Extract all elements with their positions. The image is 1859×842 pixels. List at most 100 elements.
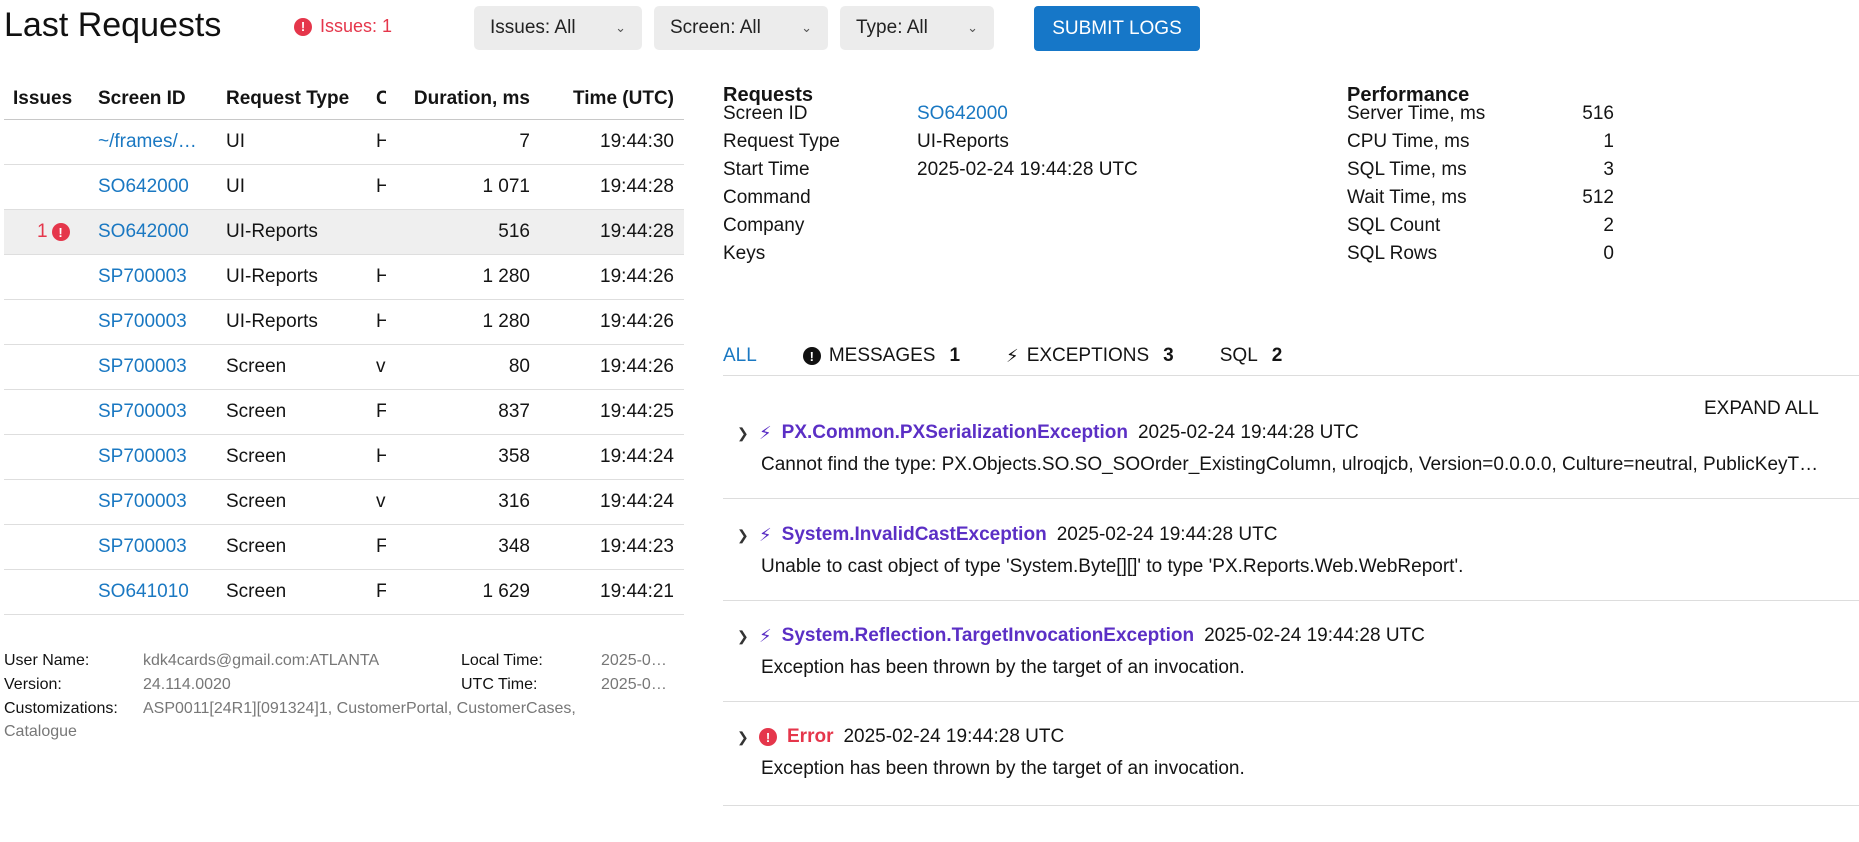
- tab-exceptions-count: 3: [1163, 345, 1174, 366]
- chevron-right-icon[interactable]: ❯: [737, 628, 749, 645]
- table-row[interactable]: SO642000 UI H 1 071 19:44:28: [4, 165, 684, 210]
- screen-id-link[interactable]: SO642000: [917, 103, 1008, 125]
- error-icon: !: [759, 728, 777, 746]
- row-screen-id-link[interactable]: SP700003: [98, 435, 204, 479]
- performance-field-value: 1: [1603, 131, 1614, 152]
- tabs-divider: [723, 375, 1859, 376]
- event-tabs: ALL ! MESSAGES 1 ⚡︎ EXCEPTIONS 3 SQL 2: [723, 338, 1328, 374]
- table-row[interactable]: SP700003 UI-Reports H 1 280 19:44:26: [4, 255, 684, 300]
- issues-filter-label: Issues: All: [490, 17, 576, 38]
- tab-sql-count: 2: [1271, 345, 1283, 366]
- row-command: F: [376, 581, 386, 602]
- issues-badge[interactable]: ! Issues: 1: [294, 16, 392, 37]
- screen-filter-dropdown[interactable]: Screen: All ⌄: [654, 6, 828, 50]
- table-row[interactable]: SP700003 Screen H 358 19:44:24: [4, 435, 684, 480]
- row-screen-id-link[interactable]: SO641010: [98, 570, 204, 614]
- row-time: 19:44:26: [600, 266, 674, 287]
- row-time: 19:44:24: [600, 491, 674, 512]
- row-request-type: UI-Reports: [226, 311, 318, 332]
- row-screen-id-link[interactable]: SP700003: [98, 300, 204, 344]
- entry-time: 2025-02-24 19:44:28 UTC: [843, 726, 1065, 747]
- performance-field-label: SQL Count: [1347, 215, 1441, 236]
- tab-sql[interactable]: SQL 2: [1220, 345, 1283, 367]
- row-duration: 1 280: [482, 266, 530, 287]
- chevron-right-icon[interactable]: ❯: [737, 527, 749, 544]
- table-row[interactable]: SP700003 Screen v 316 19:44:24: [4, 480, 684, 525]
- table-row[interactable]: SO641010 Screen F 1 629 19:44:21: [4, 570, 684, 615]
- tab-messages[interactable]: ! MESSAGES 1: [802, 345, 961, 367]
- row-duration: 80: [508, 356, 530, 377]
- tab-exceptions-label: EXCEPTIONS: [1026, 345, 1150, 366]
- table-row[interactable]: 1! SO642000 UI-Reports 516 19:44:28: [4, 210, 684, 255]
- exception-entry[interactable]: ❯ ⚡︎ PX.Common.PXSerializationException 202…: [723, 422, 1859, 499]
- tab-messages-count: 1: [949, 345, 961, 366]
- row-issues: [13, 480, 83, 524]
- chevron-down-icon: ⌄: [801, 20, 812, 35]
- type-filter-dropdown[interactable]: Type: All ⌄: [840, 6, 994, 50]
- performance-field-value: 516: [1582, 103, 1614, 124]
- row-screen-id-link[interactable]: SP700003: [98, 390, 204, 434]
- utc-time-label: UTC Time:: [461, 676, 538, 693]
- type-filter-label: Type: All: [856, 17, 928, 38]
- col-header-request-type[interactable]: Request Type: [226, 78, 376, 119]
- row-time: 19:44:28: [600, 176, 674, 197]
- row-screen-id-link[interactable]: ~/frames/…: [98, 120, 204, 164]
- performance-field-label: CPU Time, ms: [1347, 131, 1470, 152]
- performance-field-label: SQL Rows: [1347, 243, 1438, 264]
- request-field-label: Start Time: [723, 159, 810, 180]
- error-entry[interactable]: ❯! Error 2025-02-24 19:44:28 UTC Exception …: [723, 726, 1859, 806]
- col-header-screen-id[interactable]: Screen ID: [98, 78, 204, 119]
- table-row[interactable]: SP700003 Screen F 348 19:44:23: [4, 525, 684, 570]
- submit-logs-button[interactable]: SUBMIT LOGS: [1034, 6, 1200, 51]
- request-field-label: Command: [723, 187, 811, 208]
- row-command: H: [376, 131, 386, 152]
- screen-filter-label: Screen: All: [670, 17, 761, 38]
- exception-entry[interactable]: ❯ ⚡︎ System.InvalidCastException 2025-02-24…: [723, 524, 1859, 601]
- request-field-label: Keys: [723, 243, 766, 264]
- table-row[interactable]: ~/frames/… UI H 7 19:44:30: [4, 120, 684, 165]
- tab-messages-label: MESSAGES: [828, 345, 936, 366]
- entry-header: ❯ ⚡︎ PX.Common.PXSerializationException 202…: [737, 422, 1359, 444]
- row-issues: [13, 390, 83, 434]
- row-screen-id-link[interactable]: SO642000: [98, 165, 204, 209]
- row-screen-id-link[interactable]: SP700003: [98, 255, 204, 299]
- col-header-command[interactable]: C: [376, 78, 386, 119]
- request-field-label: Company: [723, 215, 805, 236]
- chevron-right-icon[interactable]: ❯: [737, 729, 749, 746]
- row-request-type: UI: [226, 131, 245, 152]
- row-duration: 837: [498, 401, 530, 422]
- exception-name: System.Reflection.TargetInvocationExcept…: [781, 625, 1195, 646]
- col-header-duration[interactable]: Duration, ms: [404, 78, 530, 119]
- row-command: v: [376, 356, 386, 377]
- row-duration: 7: [519, 131, 530, 152]
- row-screen-id-link[interactable]: SO642000: [98, 210, 204, 254]
- row-issues: 1!: [13, 210, 83, 254]
- row-duration: 348: [498, 536, 530, 557]
- chevron-right-icon[interactable]: ❯: [737, 425, 749, 442]
- row-duration: 1 629: [482, 581, 530, 602]
- row-command: v: [376, 491, 386, 512]
- col-header-time[interactable]: Time (UTC): [564, 78, 674, 119]
- row-time: 19:44:30: [600, 131, 674, 152]
- exception-name: PX.Common.PXSerializationException: [781, 422, 1128, 443]
- performance-field-label: Wait Time, ms: [1347, 187, 1467, 208]
- row-screen-id-link[interactable]: SP700003: [98, 525, 204, 569]
- tab-all[interactable]: ALL: [723, 345, 757, 367]
- request-field-value: UI-Reports: [917, 131, 1009, 152]
- row-request-type: UI-Reports: [226, 266, 318, 287]
- bolt-icon: ⚡︎: [759, 422, 772, 443]
- table-row[interactable]: SP700003 UI-Reports H 1 280 19:44:26: [4, 300, 684, 345]
- row-issues: [13, 120, 83, 164]
- issues-filter-dropdown[interactable]: Issues: All ⌄: [474, 6, 642, 50]
- col-header-issues[interactable]: Issues: [13, 78, 83, 119]
- tab-exceptions[interactable]: ⚡︎ EXCEPTIONS 3: [1006, 345, 1174, 367]
- exception-entry[interactable]: ❯ ⚡︎ System.Reflection.TargetInvocationExc…: [723, 625, 1859, 702]
- table-row[interactable]: SP700003 Screen F 837 19:44:25: [4, 390, 684, 435]
- row-request-type: UI: [226, 176, 245, 197]
- table-row[interactable]: SP700003 Screen v 80 19:44:26: [4, 345, 684, 390]
- row-screen-id-link[interactable]: SP700003: [98, 480, 204, 524]
- row-screen-id-link[interactable]: SP700003: [98, 345, 204, 389]
- expand-all-button[interactable]: EXPAND ALL: [1704, 398, 1819, 420]
- row-time: 19:44:23: [600, 536, 674, 557]
- page-title: Last Requests: [4, 6, 222, 44]
